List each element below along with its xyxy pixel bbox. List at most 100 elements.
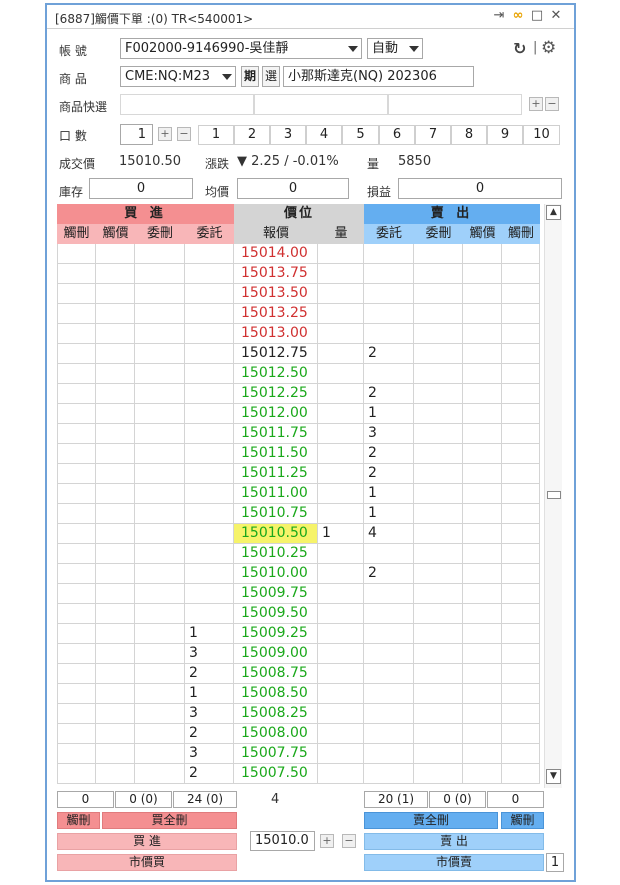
price-cell[interactable]: 15013.25 (234, 304, 318, 324)
buy-touch-delete-cell[interactable] (57, 304, 96, 324)
quantity-preset-button[interactable]: 5 (342, 125, 379, 145)
sell-order-delete-cell[interactable] (414, 644, 463, 664)
buy-order-delete-cell[interactable] (135, 584, 185, 604)
buy-order-delete-cell[interactable] (135, 624, 185, 644)
sell-touch-delete-cell[interactable] (502, 624, 540, 644)
buy-touch-delete-cell[interactable] (57, 324, 96, 344)
sell-order-cell[interactable] (364, 664, 414, 684)
buy-touch-price-cell[interactable] (96, 504, 135, 524)
sell-order-cell[interactable] (364, 264, 414, 284)
price-cell[interactable]: 15011.00 (234, 484, 318, 504)
buy-order-cell[interactable] (185, 364, 234, 384)
volume-cell[interactable] (318, 444, 364, 464)
scroll-thumb[interactable] (547, 491, 561, 499)
mode-select[interactable]: 自動 (367, 38, 423, 59)
price-cell[interactable]: 15011.25 (234, 464, 318, 484)
buy-order-delete-cell[interactable] (135, 404, 185, 424)
sell-touch-price-cell[interactable] (463, 404, 502, 424)
quick-select-slot[interactable] (388, 94, 522, 115)
sell-touch-price-cell[interactable] (463, 524, 502, 544)
buy-touch-price-cell[interactable] (96, 384, 135, 404)
sell-touch-delete-cell[interactable] (502, 484, 540, 504)
volume-cell[interactable] (318, 264, 364, 284)
price-cell[interactable]: 15012.25 (234, 384, 318, 404)
volume-cell[interactable]: 1 (318, 524, 364, 544)
sell-touch-price-cell[interactable] (463, 424, 502, 444)
sell-touch-price-cell[interactable] (463, 624, 502, 644)
buy-order-delete-cell[interactable] (135, 324, 185, 344)
sell-order-delete-cell[interactable] (414, 604, 463, 624)
account-select[interactable]: F002000-9146990-吳佳靜 (120, 38, 362, 59)
buy-touch-delete-cell[interactable] (57, 344, 96, 364)
sell-order-delete-cell[interactable] (414, 684, 463, 704)
sell-touch-delete-cell[interactable] (502, 664, 540, 684)
volume-cell[interactable] (318, 644, 364, 664)
buy-order-cell[interactable] (185, 284, 234, 304)
sell-touch-price-cell[interactable] (463, 264, 502, 284)
buy-touch-delete-cell[interactable] (57, 584, 96, 604)
quantity-preset-button[interactable]: 7 (415, 125, 451, 145)
buy-order-cell[interactable] (185, 304, 234, 324)
price-cell[interactable]: 15009.75 (234, 584, 318, 604)
buy-button[interactable]: 買 進 (57, 833, 237, 850)
buy-order-delete-cell[interactable] (135, 644, 185, 664)
buy-touch-delete-cell[interactable] (57, 564, 96, 584)
sell-button[interactable]: 賣 出 (364, 833, 544, 850)
buy-touch-delete-cell[interactable] (57, 484, 96, 504)
buy-touch-price-cell[interactable] (96, 424, 135, 444)
buy-order-delete-cell[interactable] (135, 704, 185, 724)
price-decrease-button[interactable]: − (342, 834, 356, 848)
sell-touch-delete-cell[interactable] (502, 304, 540, 324)
price-cell[interactable]: 15010.50 (234, 524, 318, 544)
sell-order-cell[interactable] (364, 744, 414, 764)
price-cell[interactable]: 15008.75 (234, 664, 318, 684)
buy-touch-delete-cell[interactable] (57, 624, 96, 644)
buy-touch-delete-cell[interactable] (57, 704, 96, 724)
buy-order-cell[interactable] (185, 504, 234, 524)
volume-cell[interactable] (318, 544, 364, 564)
volume-cell[interactable] (318, 604, 364, 624)
price-cell[interactable]: 15008.25 (234, 704, 318, 724)
buy-order-cell[interactable] (185, 444, 234, 464)
buy-order-cell[interactable]: 2 (185, 724, 234, 744)
sell-touch-price-cell[interactable] (463, 704, 502, 724)
volume-cell[interactable] (318, 484, 364, 504)
sell-order-delete-cell[interactable] (414, 544, 463, 564)
buy-touch-price-cell[interactable] (96, 364, 135, 384)
buy-order-cell[interactable] (185, 324, 234, 344)
buy-touch-delete-button[interactable]: 觸刪 (57, 812, 100, 829)
sell-order-delete-cell[interactable] (414, 524, 463, 544)
sell-touch-price-cell[interactable] (463, 724, 502, 744)
sell-touch-price-cell[interactable] (463, 764, 502, 784)
buy-touch-delete-cell[interactable] (57, 604, 96, 624)
sell-touch-price-cell[interactable] (463, 324, 502, 344)
buy-order-delete-cell[interactable] (135, 424, 185, 444)
buy-order-delete-cell[interactable] (135, 384, 185, 404)
sell-order-delete-cell[interactable] (414, 624, 463, 644)
buy-order-delete-cell[interactable] (135, 284, 185, 304)
sell-touch-delete-cell[interactable] (502, 684, 540, 704)
sell-touch-price-cell[interactable] (463, 464, 502, 484)
buy-order-cell[interactable] (185, 404, 234, 424)
buy-touch-delete-cell[interactable] (57, 444, 96, 464)
buy-order-cell[interactable]: 2 (185, 664, 234, 684)
buy-order-delete-cell[interactable] (135, 504, 185, 524)
price-cell[interactable]: 15009.25 (234, 624, 318, 644)
sell-order-delete-cell[interactable] (414, 324, 463, 344)
gear-icon[interactable]: ⚙ (541, 38, 556, 58)
buy-order-delete-cell[interactable] (135, 764, 185, 784)
buy-order-cell[interactable] (185, 464, 234, 484)
sell-touch-price-cell[interactable] (463, 644, 502, 664)
volume-cell[interactable] (318, 504, 364, 524)
sell-touch-price-cell[interactable] (463, 504, 502, 524)
sell-order-delete-cell[interactable] (414, 504, 463, 524)
sell-touch-delete-button[interactable]: 觸刪 (501, 812, 544, 829)
buy-order-delete-cell[interactable] (135, 484, 185, 504)
buy-touch-delete-cell[interactable] (57, 284, 96, 304)
sell-order-delete-cell[interactable] (414, 344, 463, 364)
buy-order-delete-cell[interactable] (135, 744, 185, 764)
buy-touch-delete-cell[interactable] (57, 664, 96, 684)
buy-touch-delete-cell[interactable] (57, 744, 96, 764)
buy-touch-delete-cell[interactable] (57, 504, 96, 524)
sell-touch-delete-cell[interactable] (502, 504, 540, 524)
